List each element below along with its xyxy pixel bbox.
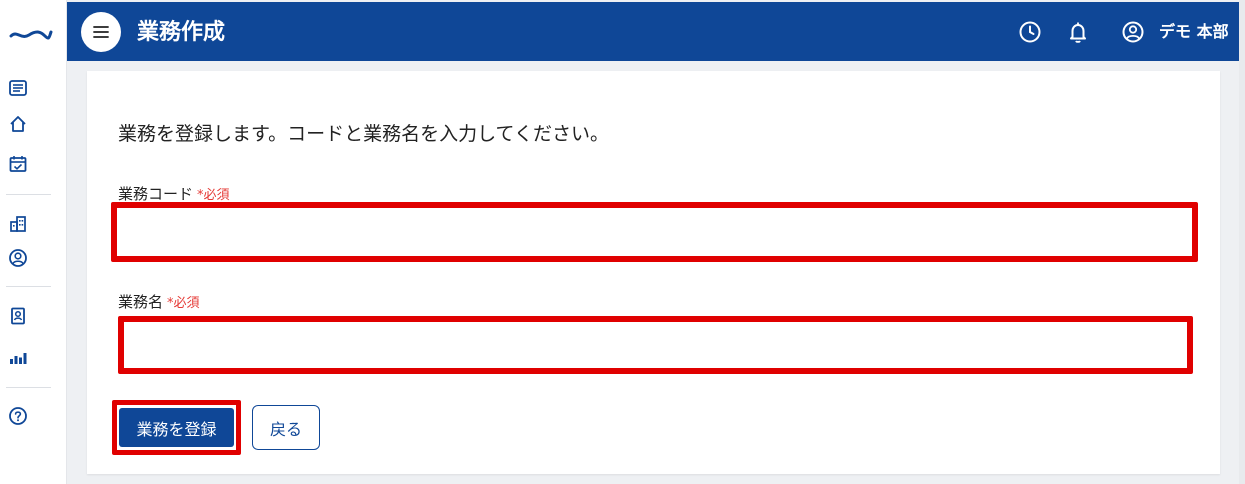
logo-icon [9, 30, 53, 40]
list-icon[interactable] [7, 77, 29, 99]
required-mark: *必須 [197, 188, 230, 203]
back-button[interactable]: 戻る [252, 405, 320, 450]
scrollbar-track[interactable] [1239, 0, 1245, 484]
form-intro-text: 業務を登録します。コードと業務名を入力してください。 [118, 123, 609, 145]
notifications-button[interactable] [1065, 19, 1091, 45]
hamburger-icon [93, 26, 109, 38]
name-input[interactable] [124, 322, 1187, 368]
code-input-highlight [111, 202, 1198, 262]
name-input-highlight [118, 316, 1193, 374]
app-header: 業務作成 デモ 本部 [67, 2, 1239, 61]
user-name[interactable]: デモ 本部 [1159, 22, 1229, 42]
id-badge-icon[interactable] [7, 305, 29, 327]
menu-button[interactable] [81, 12, 121, 52]
help-icon[interactable] [7, 405, 29, 427]
form-card: 業務を登録します。コードと業務名を入力してください。 業務コード *必須 業務名 *… [87, 71, 1220, 474]
name-field-label: 業務名 *必須 [118, 293, 200, 313]
register-button[interactable]: 業務を登録 [119, 408, 234, 447]
page-title: 業務作成 [137, 20, 226, 45]
bell-icon [1070, 22, 1086, 43]
user-circle-icon[interactable] [7, 247, 29, 269]
code-label-text: 業務コード [118, 185, 194, 203]
sidebar [0, 0, 67, 484]
sidebar-divider [6, 286, 51, 287]
bar-chart-icon[interactable] [7, 346, 29, 368]
submit-highlight: 業務を登録 [112, 400, 241, 455]
history-button[interactable] [1017, 19, 1043, 45]
sidebar-divider [6, 387, 51, 388]
required-mark: *必須 [167, 296, 200, 311]
user-account-button[interactable] [1120, 19, 1146, 45]
code-input[interactable] [117, 208, 1192, 256]
home-icon[interactable] [7, 113, 29, 135]
user-circle-icon [1122, 21, 1144, 43]
name-label-text: 業務名 [118, 293, 164, 311]
clock-icon [1019, 21, 1041, 43]
calendar-check-icon[interactable] [7, 153, 29, 175]
sidebar-divider [6, 194, 51, 195]
building-icon[interactable] [7, 213, 29, 235]
